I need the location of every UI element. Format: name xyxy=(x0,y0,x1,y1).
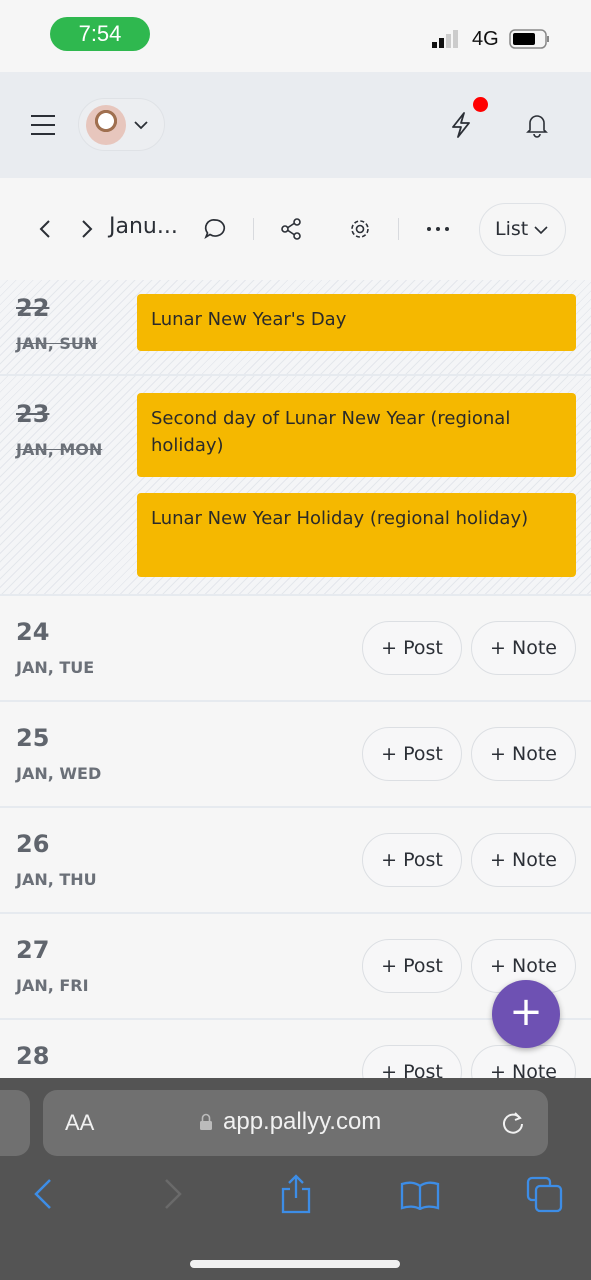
more-icon[interactable] xyxy=(426,226,450,232)
next-icon[interactable] xyxy=(80,219,94,239)
view-selector[interactable]: List xyxy=(479,203,566,256)
add-post-button[interactable]: + Post xyxy=(362,833,462,887)
day-number: 26 xyxy=(16,830,50,858)
status-time: 7:54 xyxy=(50,17,150,51)
tabs-icon[interactable] xyxy=(526,1176,564,1214)
day-number: 28 xyxy=(16,1042,50,1070)
day-label: JAN, TUE xyxy=(16,658,95,677)
day-number: 23 xyxy=(16,400,50,428)
url-text: app.pallyy.com xyxy=(223,1108,382,1135)
day-label: JAN, THU xyxy=(16,870,97,889)
divider xyxy=(253,218,254,240)
event-card[interactable]: Lunar New Year's Day xyxy=(137,294,576,351)
signal-icon xyxy=(432,30,458,48)
add-post-button[interactable]: + Post xyxy=(362,939,462,993)
comment-icon[interactable] xyxy=(203,217,227,241)
chevron-down-icon xyxy=(134,121,148,130)
battery-icon xyxy=(509,29,549,49)
share-icon[interactable] xyxy=(281,218,303,240)
share-icon[interactable] xyxy=(280,1174,312,1214)
event-card[interactable]: Second day of Lunar New Year (regional h… xyxy=(137,393,576,477)
day-row: 25 JAN, WED + Post + Note xyxy=(0,702,591,808)
bell-icon[interactable] xyxy=(524,112,550,138)
notification-dot xyxy=(473,97,488,112)
reload-icon[interactable] xyxy=(501,1110,527,1136)
add-note-button[interactable]: + Note xyxy=(471,621,576,675)
address-bar[interactable]: AA app.pallyy.com xyxy=(43,1090,548,1156)
divider xyxy=(398,218,399,240)
previous-tab[interactable] xyxy=(0,1090,30,1156)
event-card[interactable]: Lunar New Year Holiday (regional holiday… xyxy=(137,493,576,577)
lock-icon xyxy=(200,1113,212,1130)
day-label: JAN, SUN xyxy=(16,334,98,353)
add-note-button[interactable]: + Note xyxy=(471,727,576,781)
day-label: JAN, FRI xyxy=(16,976,89,995)
settings-icon[interactable] xyxy=(348,217,372,241)
day-row: 22 JAN, SUN Lunar New Year's Day xyxy=(0,280,591,376)
network-label: 4G xyxy=(472,28,499,50)
month-title[interactable]: Janu... xyxy=(109,214,178,239)
day-number: 25 xyxy=(16,724,50,752)
menu-icon[interactable] xyxy=(30,114,56,136)
create-fab-button[interactable]: + xyxy=(492,980,560,1048)
day-label: JAN, MON xyxy=(16,440,103,459)
chevron-down-icon xyxy=(534,225,548,234)
forward-icon[interactable] xyxy=(162,1178,184,1210)
view-label: List xyxy=(495,218,529,240)
home-indicator[interactable] xyxy=(190,1260,400,1268)
add-post-button[interactable]: + Post xyxy=(362,621,462,675)
lightning-icon[interactable] xyxy=(449,112,473,138)
status-bar: 7:54 4G xyxy=(0,0,591,72)
day-row: 26 JAN, THU + Post + Note xyxy=(0,808,591,914)
add-post-button[interactable]: + Post xyxy=(362,727,462,781)
text-size-button[interactable]: AA xyxy=(65,1110,94,1136)
day-number: 22 xyxy=(16,294,50,322)
add-note-button[interactable]: + Note xyxy=(471,833,576,887)
day-row: 24 JAN, TUE + Post + Note xyxy=(0,596,591,702)
day-number: 27 xyxy=(16,936,50,964)
back-icon[interactable] xyxy=(32,1178,54,1210)
prev-icon[interactable] xyxy=(38,219,52,239)
day-row: 23 JAN, MON Second day of Lunar New Year… xyxy=(0,376,591,596)
avatar[interactable] xyxy=(86,105,126,145)
day-number: 24 xyxy=(16,618,50,646)
bookmarks-icon[interactable] xyxy=(400,1180,440,1210)
day-label: JAN, WED xyxy=(16,764,102,783)
